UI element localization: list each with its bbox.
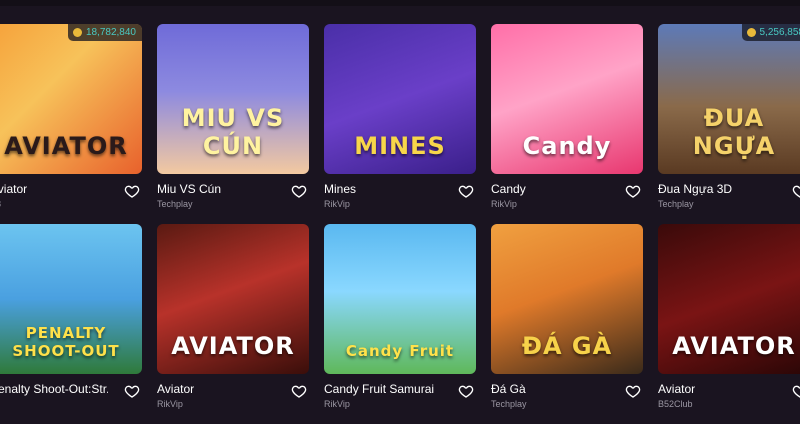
favorite-heart-icon[interactable] — [124, 383, 140, 399]
game-thumbnail-title: MINES — [324, 132, 476, 160]
heart-icon-shape — [124, 383, 140, 399]
game-name[interactable]: Mines — [324, 182, 356, 196]
game-card[interactable]: PENALTY SHOOT-OUT Penalty Shoot-Out:Str..… — [0, 224, 142, 424]
game-provider: Techplay — [491, 399, 527, 409]
game-name[interactable]: Aviator — [157, 382, 194, 396]
coin-icon — [747, 28, 756, 37]
game-provider: RikVip — [324, 199, 350, 209]
game-name[interactable]: Candy Fruit Samurai — [324, 382, 434, 396]
heart-icon-shape — [124, 183, 140, 199]
game-name[interactable]: Aviator — [658, 382, 695, 396]
game-card[interactable]: MIU VS CÚN Miu VS Cún Techplay — [157, 24, 309, 224]
game-provider: B52Club — [658, 399, 693, 409]
top-bar — [0, 0, 800, 6]
game-thumbnail[interactable]: Candy — [491, 24, 643, 174]
game-thumbnail[interactable]: MIU VS CÚN — [157, 24, 309, 174]
favorite-heart-icon[interactable] — [792, 183, 800, 199]
game-thumbnail[interactable]: PENALTY SHOOT-OUT — [0, 224, 142, 374]
game-name[interactable]: Miu VS Cún — [157, 182, 221, 196]
game-thumbnail-title: AVIATOR — [658, 332, 800, 360]
game-name[interactable]: Candy — [491, 182, 526, 196]
jackpot-badge: 5,256,858 — [742, 24, 800, 41]
jackpot-badge: 18,782,840 — [68, 24, 142, 41]
game-thumbnail-title: Candy — [491, 132, 643, 160]
game-thumbnail-title: ĐUA NGỰA — [658, 104, 800, 160]
favorite-heart-icon[interactable] — [792, 383, 800, 399]
game-provider: RikVip — [324, 399, 350, 409]
game-card[interactable]: ĐÁ GÀ Đá Gà Techplay — [491, 224, 643, 424]
game-card[interactable]: ĐUA NGỰA 5,256,858 Đua Ngựa 3D Techplay — [658, 24, 800, 224]
jackpot-value: 18,782,840 — [86, 27, 136, 38]
game-thumbnail-title: AVIATOR — [157, 332, 309, 360]
game-thumbnail[interactable]: ĐUA NGỰA 5,256,858 — [658, 24, 800, 174]
coin-icon — [73, 28, 82, 37]
game-thumbnail-title: MIU VS CÚN — [157, 104, 309, 160]
favorite-heart-icon[interactable] — [625, 183, 641, 199]
game-provider: RikVip — [491, 199, 517, 209]
game-provider: B8 — [0, 199, 1, 209]
game-card[interactable]: MINES Mines RikVip — [324, 24, 476, 224]
favorite-heart-icon[interactable] — [291, 383, 307, 399]
game-name[interactable]: Đua Ngựa 3D — [658, 182, 732, 196]
game-name[interactable]: Penalty Shoot-Out:Str... — [0, 382, 108, 396]
game-grid: AVIATOR 18,782,840 Aviator B8 MIU VS CÚN Miu … — [0, 24, 800, 424]
game-card[interactable]: AVIATOR 18,782,840 Aviator B8 — [0, 24, 142, 224]
heart-icon-shape — [792, 383, 800, 399]
heart-icon-shape — [625, 183, 641, 199]
game-provider: Techplay — [658, 199, 694, 209]
heart-icon-shape — [458, 183, 474, 199]
heart-icon-shape — [625, 383, 641, 399]
heart-icon-shape — [291, 183, 307, 199]
game-provider: Techplay — [157, 199, 193, 209]
game-card[interactable]: Candy Candy RikVip — [491, 24, 643, 224]
heart-icon-shape — [291, 383, 307, 399]
favorite-heart-icon[interactable] — [291, 183, 307, 199]
game-thumbnail-title: PENALTY SHOOT-OUT — [0, 324, 142, 360]
game-card[interactable]: Candy Fruit Candy Fruit Samurai RikVip — [324, 224, 476, 424]
game-name[interactable]: Aviator — [0, 182, 27, 196]
game-thumbnail[interactable]: ĐÁ GÀ — [491, 224, 643, 374]
game-thumbnail-title: ĐÁ GÀ — [491, 332, 643, 360]
favorite-heart-icon[interactable] — [458, 183, 474, 199]
favorite-heart-icon[interactable] — [625, 383, 641, 399]
favorite-heart-icon[interactable] — [124, 183, 140, 199]
game-thumbnail-title: Candy Fruit — [324, 342, 476, 360]
jackpot-value: 5,256,858 — [760, 27, 800, 38]
heart-icon-shape — [458, 383, 474, 399]
game-provider: RikVip — [157, 399, 183, 409]
game-card[interactable]: AVIATOR Aviator B52Club — [658, 224, 800, 424]
game-thumbnail[interactable]: Candy Fruit — [324, 224, 476, 374]
game-thumbnail[interactable]: AVIATOR — [658, 224, 800, 374]
game-thumbnail[interactable]: AVIATOR — [157, 224, 309, 374]
game-thumbnail[interactable]: AVIATOR 18,782,840 — [0, 24, 142, 174]
game-name[interactable]: Đá Gà — [491, 382, 526, 396]
heart-icon-shape — [792, 183, 800, 199]
game-thumbnail-title: AVIATOR — [0, 132, 142, 160]
favorite-heart-icon[interactable] — [458, 383, 474, 399]
game-thumbnail[interactable]: MINES — [324, 24, 476, 174]
game-card[interactable]: AVIATOR Aviator RikVip — [157, 224, 309, 424]
